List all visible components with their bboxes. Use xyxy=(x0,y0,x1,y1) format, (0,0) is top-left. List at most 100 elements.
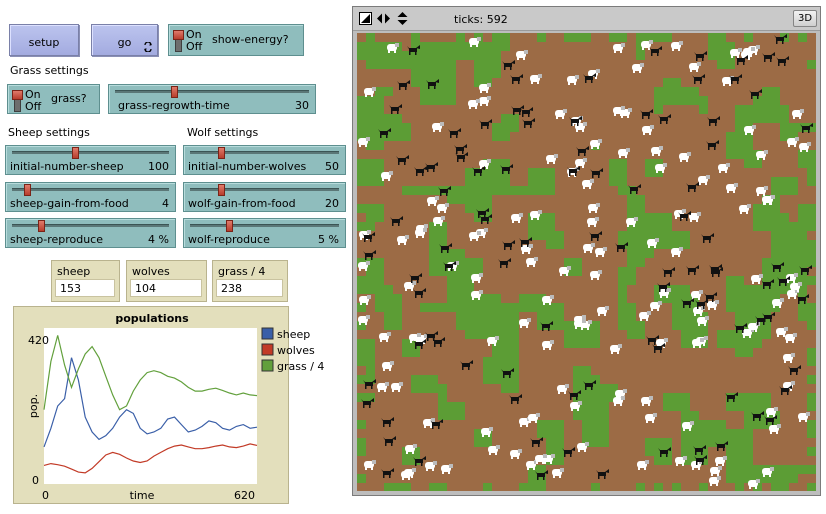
slider-handle[interactable] xyxy=(24,184,31,196)
grass-patch xyxy=(357,204,366,213)
sheep-monitor: sheep 153 xyxy=(51,260,120,302)
grass-patch xyxy=(375,96,384,105)
sheep-gain-from-food-slider[interactable]: sheep-gain-from-food 4 xyxy=(5,182,176,212)
grass-patch xyxy=(618,294,627,303)
grass-patch xyxy=(483,375,492,384)
world-canvas[interactable] xyxy=(357,33,816,491)
grass-patch xyxy=(708,438,717,447)
grass-patch xyxy=(465,303,474,312)
grass-patch xyxy=(618,285,627,294)
grass-patch xyxy=(357,96,366,105)
switch-knob[interactable] xyxy=(12,90,23,100)
grass-patch xyxy=(555,438,564,447)
grass-patch xyxy=(735,285,744,294)
grass-patch xyxy=(591,330,600,339)
grass-patch xyxy=(582,339,591,348)
grass-patch xyxy=(807,483,816,491)
grass-patch xyxy=(483,321,492,330)
grass-patch xyxy=(582,330,591,339)
grass-monitor: grass / 4 238 xyxy=(212,260,288,302)
grass-patch xyxy=(537,186,546,195)
grass-patch xyxy=(438,411,447,420)
y-tick-min: 0 xyxy=(32,474,39,487)
grass-patch xyxy=(573,411,582,420)
grass-patch xyxy=(744,312,753,321)
grass-patch xyxy=(492,294,501,303)
grass-patch xyxy=(744,402,753,411)
grass-patch xyxy=(510,186,519,195)
show-energy-switch[interactable]: On Off show-energy? xyxy=(168,24,304,56)
monitor-label: wolves xyxy=(132,265,170,278)
grass-patch xyxy=(447,276,456,285)
grass-patch xyxy=(546,222,555,231)
grass-patch xyxy=(429,249,438,258)
grass-patch xyxy=(492,42,501,51)
wolves-monitor: wolves 104 xyxy=(126,260,207,302)
grass-patch xyxy=(366,159,375,168)
grass-patch xyxy=(483,69,492,78)
grass-patch xyxy=(663,240,672,249)
grass-patch xyxy=(807,249,816,258)
grass-patch xyxy=(582,375,591,384)
grass-patch xyxy=(366,222,375,231)
grass-patch xyxy=(681,447,690,456)
grass-patch xyxy=(384,87,393,96)
sheep-reproduce-slider[interactable]: sheep-reproduce 4 % xyxy=(5,218,176,248)
grass-patch xyxy=(771,222,780,231)
grass-patch xyxy=(726,150,735,159)
grass-patch xyxy=(672,285,681,294)
grass-patch xyxy=(780,231,789,240)
initial-number-sheep-slider[interactable]: initial-number-sheep 100 xyxy=(5,145,176,175)
grass-patch xyxy=(537,429,546,438)
slider-handle[interactable] xyxy=(171,86,178,98)
slider-handle[interactable] xyxy=(38,220,45,232)
slider-handle[interactable] xyxy=(226,220,233,232)
grass-patch xyxy=(375,294,384,303)
3d-button[interactable]: 3D xyxy=(793,10,817,27)
slider-handle[interactable] xyxy=(72,147,79,159)
grass-patch xyxy=(492,177,501,186)
grass-patch xyxy=(438,51,447,60)
grass-patch xyxy=(753,159,762,168)
grass-patch xyxy=(753,420,762,429)
grass-regrowth-time-slider[interactable]: grass-regrowth-time 30 xyxy=(108,84,316,114)
grass-switch[interactable]: On Off grass? xyxy=(7,84,100,114)
grass-patch xyxy=(573,375,582,384)
slider-handle[interactable] xyxy=(218,147,225,159)
grass-patch xyxy=(618,186,627,195)
grass-patch xyxy=(681,285,690,294)
grass-patch xyxy=(519,483,528,491)
horizontal-arrows-icon[interactable] xyxy=(377,12,390,25)
grass-patch xyxy=(402,60,411,69)
grass-patch xyxy=(708,429,717,438)
wolf-reproduce-slider[interactable]: wolf-reproduce 5 % xyxy=(183,218,346,248)
slider-handle[interactable] xyxy=(218,184,225,196)
wolf-gain-from-food-slider[interactable]: wolf-gain-from-food 20 xyxy=(183,182,346,212)
grass-patch xyxy=(474,69,483,78)
go-button[interactable]: go xyxy=(91,24,158,56)
grass-patch xyxy=(357,348,366,357)
chart-title: populations xyxy=(115,312,189,325)
grass-patch xyxy=(528,222,537,231)
grass-patch xyxy=(510,114,519,123)
grass-patch xyxy=(636,33,645,42)
y-tick-max: 420 xyxy=(28,334,49,347)
grass-patch xyxy=(663,78,672,87)
grass-patch xyxy=(798,240,807,249)
grass-patch xyxy=(546,438,555,447)
grass-patch xyxy=(744,105,753,114)
setup-button[interactable]: setup xyxy=(9,24,79,56)
slider-value: 4 % xyxy=(148,233,169,246)
vertical-arrows-icon[interactable] xyxy=(396,12,409,25)
grass-patch xyxy=(366,105,375,114)
switch-knob[interactable] xyxy=(173,30,184,40)
initial-number-wolves-slider[interactable]: initial-number-wolves 50 xyxy=(183,145,346,175)
x-axis-label: time xyxy=(130,489,155,502)
world-view: ticks: 592 3D xyxy=(352,6,821,496)
grass-patch xyxy=(762,114,771,123)
grass-patch xyxy=(528,168,537,177)
zoom-fit-icon[interactable] xyxy=(359,12,372,25)
grass-patch xyxy=(762,105,771,114)
grass-patch xyxy=(672,96,681,105)
grass-patch xyxy=(357,159,366,168)
